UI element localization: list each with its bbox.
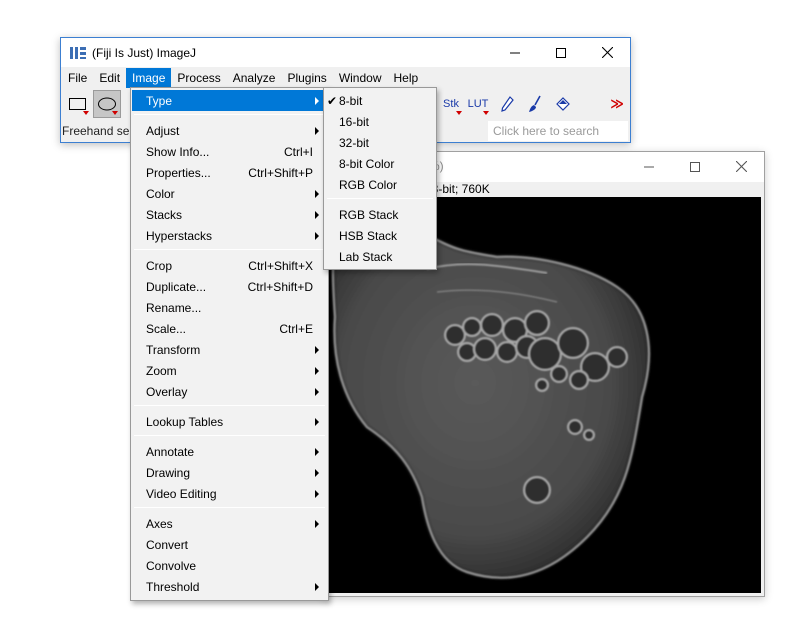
menu-item-convolve[interactable]: Convolve	[132, 555, 327, 576]
menu-item-color[interactable]: Color	[132, 183, 327, 204]
menu-file[interactable]: File	[62, 68, 93, 88]
menu-item-drawing[interactable]: Drawing	[132, 462, 327, 483]
menu-item-annotate[interactable]: Annotate	[132, 441, 327, 462]
image-menu-dropdown: Type Adjust Show Info... Ctrl+I Propertie…	[130, 87, 329, 601]
menu-image[interactable]: Image	[126, 68, 172, 88]
menu-item-zoom[interactable]: Zoom	[132, 360, 327, 381]
paintbrush-icon	[529, 95, 541, 112]
more-tools-button[interactable]: ≫	[603, 90, 631, 118]
type-item-lab-stack[interactable]: Lab Stack	[325, 246, 435, 267]
menu-item-properties[interactable]: Properties... Ctrl+Shift+P	[132, 162, 327, 183]
menu-item-lookup-tables[interactable]: Lookup Tables	[132, 411, 327, 432]
image-minimize-button[interactable]	[626, 152, 672, 181]
empty-tool-slot[interactable]	[577, 90, 605, 118]
minimize-icon	[510, 52, 520, 53]
stk-label: Stk	[443, 98, 459, 110]
menu-plugins[interactable]: Plugins	[281, 68, 332, 88]
lut-label: LUT	[467, 98, 489, 110]
paintbrush-tool[interactable]	[521, 90, 549, 118]
menu-edit[interactable]: Edit	[93, 68, 126, 88]
menu-item-transform[interactable]: Transform	[132, 339, 327, 360]
minimize-icon	[644, 166, 654, 167]
type-submenu: ✔ 8-bit 16-bit 32-bit 8-bit Color RGB Co…	[323, 87, 437, 270]
menu-item-video-editing[interactable]: Video Editing	[132, 483, 327, 504]
type-item-hsb-stack[interactable]: HSB Stack	[325, 225, 435, 246]
flood-fill-tool[interactable]	[549, 90, 577, 118]
maximize-icon	[690, 161, 700, 172]
menu-item-rename[interactable]: Rename...	[132, 297, 327, 318]
close-icon	[601, 47, 613, 58]
stacks-tool[interactable]: Stk	[437, 90, 465, 118]
main-window-title: (Fiji Is Just) ImageJ	[92, 45, 197, 60]
fiji-app-icon	[70, 45, 86, 61]
type-item-rgb-color[interactable]: RGB Color	[325, 174, 435, 195]
oval-tool[interactable]	[93, 90, 121, 118]
type-item-rgb-stack[interactable]: RGB Stack	[325, 204, 435, 225]
image-maximize-button[interactable]	[672, 152, 718, 181]
menu-item-adjust[interactable]: Adjust	[132, 120, 327, 141]
close-icon	[735, 161, 747, 172]
type-item-8bit-color[interactable]: 8-bit Color	[325, 153, 435, 174]
flood-fill-icon	[556, 97, 570, 111]
image-close-button[interactable]	[718, 152, 764, 181]
type-item-8bit[interactable]: ✔ 8-bit	[325, 90, 435, 111]
menu-item-hyperstacks[interactable]: Hyperstacks	[132, 225, 327, 246]
menu-item-crop[interactable]: Crop Ctrl+Shift+X	[132, 255, 327, 276]
maximize-icon	[556, 47, 566, 58]
close-button[interactable]	[584, 38, 630, 67]
type-item-32bit[interactable]: 32-bit	[325, 132, 435, 153]
pencil-tool[interactable]	[493, 90, 521, 118]
menu-item-convert[interactable]: Convert	[132, 534, 327, 555]
menu-item-scale[interactable]: Scale... Ctrl+E	[132, 318, 327, 339]
minimize-button[interactable]	[492, 38, 538, 67]
menu-item-type[interactable]: Type	[132, 90, 327, 111]
lut-tool[interactable]: LUT	[464, 90, 492, 118]
checkmark-icon: ✔	[327, 93, 338, 108]
menu-analyze[interactable]: Analyze	[227, 68, 282, 88]
status-text: Freehand se	[62, 124, 130, 138]
rectangle-tool[interactable]	[64, 90, 92, 118]
search-input[interactable]: Click here to search	[488, 121, 628, 141]
menu-process[interactable]: Process	[171, 68, 226, 88]
menu-item-axes[interactable]: Axes	[132, 513, 327, 534]
type-item-16bit[interactable]: 16-bit	[325, 111, 435, 132]
main-titlebar[interactable]: (Fiji Is Just) ImageJ	[61, 38, 630, 67]
menu-item-show-info[interactable]: Show Info... Ctrl+I	[132, 141, 327, 162]
menu-window[interactable]: Window	[333, 68, 388, 88]
menu-item-duplicate[interactable]: Duplicate... Ctrl+Shift+D	[132, 276, 327, 297]
rectangle-icon	[69, 98, 86, 110]
menu-item-overlay[interactable]: Overlay	[132, 381, 327, 402]
pencil-icon	[501, 96, 514, 112]
menu-item-stacks[interactable]: Stacks	[132, 204, 327, 225]
menu-item-threshold[interactable]: Threshold	[132, 576, 327, 597]
main-menubar: File Edit Image Process Analyze Plugins …	[61, 68, 630, 88]
menu-help[interactable]: Help	[388, 68, 425, 88]
double-chevron-icon: ≫	[610, 96, 624, 111]
maximize-button[interactable]	[538, 38, 584, 67]
oval-icon	[98, 97, 116, 111]
